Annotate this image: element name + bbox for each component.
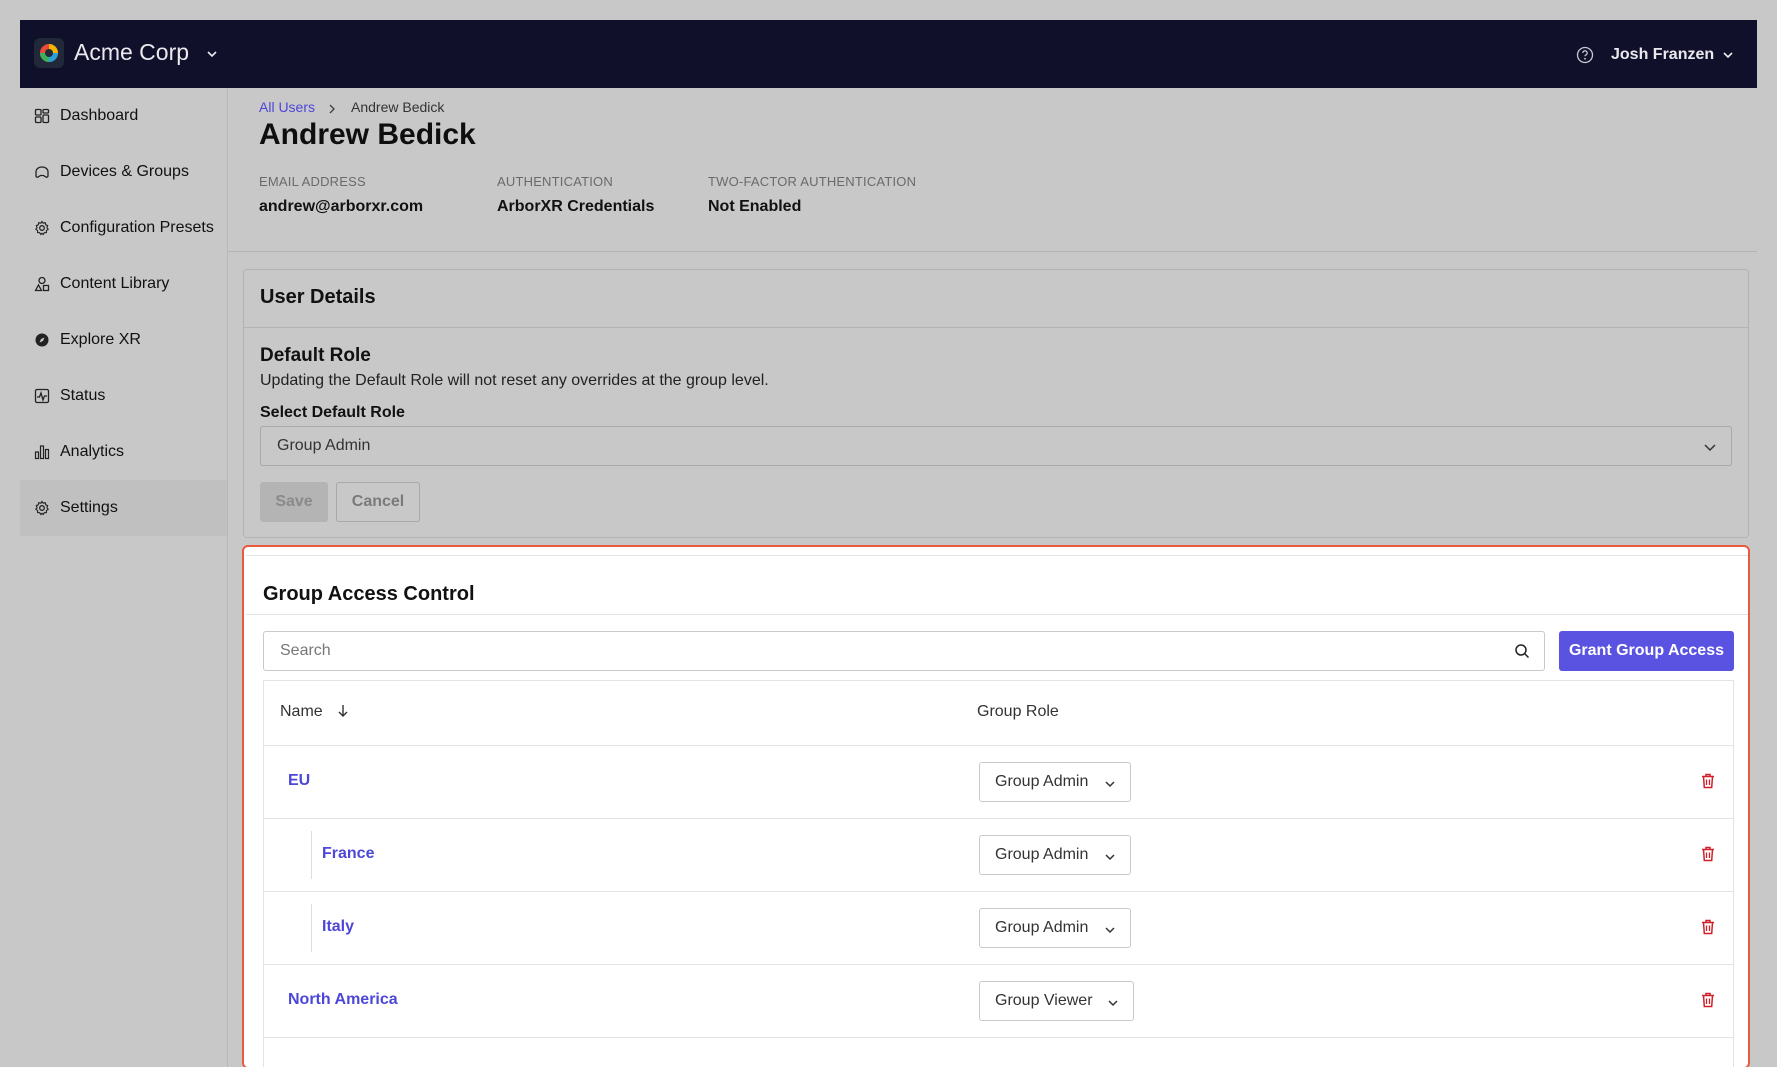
app-window: Acme Corp Josh Franzen Dashboard Devices… bbox=[20, 20, 1757, 1067]
user-menu[interactable]: Josh Franzen bbox=[1611, 46, 1714, 64]
breadcrumb-current: Andrew Bedick bbox=[351, 99, 445, 115]
meta-value: ArborXR Credentials bbox=[497, 198, 655, 215]
sidebar-item-explore-xr[interactable]: Explore XR bbox=[20, 312, 227, 368]
meta-label: EMAIL ADDRESS bbox=[259, 174, 366, 189]
trash-icon[interactable] bbox=[1701, 846, 1715, 867]
table-row: North America Group Viewer bbox=[264, 964, 1733, 1037]
sidebar-item-label: Content Library bbox=[60, 275, 170, 292]
sidebar-item-label: Status bbox=[60, 387, 106, 404]
select-default-role-label: Select Default Role bbox=[260, 404, 405, 421]
sidebar-item-dashboard[interactable]: Dashboard bbox=[20, 88, 227, 144]
bar-chart-icon bbox=[34, 444, 50, 460]
group-link-eu[interactable]: EU bbox=[288, 772, 310, 790]
selected-role: Group Admin bbox=[277, 437, 371, 454]
table-row: France Group Admin bbox=[264, 818, 1733, 891]
org-switcher[interactable]: Acme Corp bbox=[74, 39, 189, 66]
arrow-down-icon[interactable] bbox=[337, 704, 349, 723]
user-details-panel: User Details Default Role Updating the D… bbox=[243, 269, 1749, 538]
table-row: Italy Group Admin bbox=[264, 891, 1733, 964]
sidebar-item-content-library[interactable]: Content Library bbox=[20, 256, 227, 312]
group-access-table: Name Group Role EU Group Admin France Gr… bbox=[263, 680, 1734, 1067]
org-logo-icon bbox=[34, 38, 64, 68]
chevron-down-icon[interactable] bbox=[1722, 48, 1734, 66]
sidebar-item-label: Analytics bbox=[60, 443, 125, 460]
default-role-select[interactable]: Group Admin bbox=[260, 426, 1732, 466]
sidebar-item-label: Configuration Presets bbox=[60, 219, 214, 236]
group-link-north-america[interactable]: North America bbox=[288, 991, 398, 1009]
group-role-select[interactable]: Group Admin bbox=[979, 835, 1131, 875]
chevron-down-icon bbox=[1703, 440, 1717, 459]
meta-label: TWO-FACTOR AUTHENTICATION bbox=[708, 174, 917, 189]
dashboard-icon bbox=[34, 108, 50, 124]
sidebar: Dashboard Devices & Groups Configuration… bbox=[20, 88, 228, 1067]
column-header-name[interactable]: Name bbox=[280, 703, 349, 723]
group-access-control-panel: Group Access Control Search Grant Group … bbox=[242, 545, 1750, 1067]
user-header: All Users Andrew Bedick Andrew Bedick EM… bbox=[228, 88, 1757, 252]
search-placeholder: Search bbox=[280, 642, 331, 659]
grant-group-access-button[interactable]: Grant Group Access bbox=[1559, 631, 1734, 671]
meta-value: Not Enabled bbox=[708, 198, 802, 215]
breadcrumb-all-users[interactable]: All Users bbox=[259, 99, 315, 115]
default-role-heading: Default Role bbox=[260, 345, 371, 366]
trash-icon[interactable] bbox=[1701, 919, 1715, 940]
sidebar-item-analytics[interactable]: Analytics bbox=[20, 424, 227, 480]
sidebar-item-label: Devices & Groups bbox=[60, 163, 189, 180]
meta-email: EMAIL ADDRESS andrew@arborxr.com bbox=[259, 174, 423, 216]
group-role-select[interactable]: Group Admin bbox=[979, 762, 1131, 802]
group-link-italy[interactable]: Italy bbox=[322, 918, 354, 936]
group-link-france[interactable]: France bbox=[322, 845, 374, 863]
trash-icon[interactable] bbox=[1701, 773, 1715, 794]
default-role-description: Updating the Default Role will not reset… bbox=[260, 372, 769, 389]
group-role-select[interactable]: Group Viewer bbox=[979, 981, 1134, 1021]
indent-guide bbox=[311, 904, 312, 952]
table-row: EU Group Admin bbox=[264, 745, 1733, 818]
search-icon[interactable] bbox=[1514, 643, 1530, 664]
top-bar: Acme Corp Josh Franzen bbox=[20, 20, 1757, 88]
sidebar-item-status[interactable]: Status bbox=[20, 368, 227, 424]
table-row bbox=[264, 1037, 1733, 1067]
chevron-down-icon bbox=[1104, 923, 1116, 941]
sidebar-item-label: Settings bbox=[60, 499, 118, 516]
sidebar-item-label: Dashboard bbox=[60, 107, 139, 124]
help-icon[interactable] bbox=[1576, 46, 1594, 69]
shapes-icon bbox=[34, 276, 50, 292]
meta-label: AUTHENTICATION bbox=[497, 174, 613, 189]
group-role-value: Group Admin bbox=[995, 773, 1089, 790]
divider bbox=[246, 614, 1748, 615]
search-input[interactable]: Search bbox=[263, 631, 1545, 671]
chevron-down-icon bbox=[1104, 850, 1116, 868]
group-role-value: Group Admin bbox=[995, 919, 1089, 936]
gear-icon bbox=[34, 500, 50, 516]
indent-guide bbox=[311, 831, 312, 879]
group-role-select[interactable]: Group Admin bbox=[979, 908, 1131, 948]
panel-title: User Details bbox=[260, 286, 376, 308]
chevron-down-icon bbox=[1104, 777, 1116, 795]
sidebar-item-configuration-presets[interactable]: Configuration Presets bbox=[20, 200, 227, 256]
chevron-down-icon[interactable] bbox=[206, 47, 218, 65]
divider bbox=[244, 327, 1748, 328]
sidebar-item-devices-groups[interactable]: Devices & Groups bbox=[20, 144, 227, 200]
compass-icon bbox=[34, 332, 50, 348]
trash-icon[interactable] bbox=[1701, 992, 1715, 1013]
group-role-value: Group Viewer bbox=[995, 992, 1093, 1009]
sidebar-item-label: Explore XR bbox=[60, 331, 141, 348]
cancel-button[interactable]: Cancel bbox=[336, 482, 420, 522]
group-access-inner: Group Access Control Search Grant Group … bbox=[246, 555, 1748, 1067]
group-role-value: Group Admin bbox=[995, 846, 1089, 863]
headset-icon bbox=[34, 164, 50, 180]
column-header-label: Name bbox=[280, 703, 323, 720]
column-header-group-role: Group Role bbox=[977, 703, 1059, 720]
pulse-icon bbox=[34, 388, 50, 404]
chevron-down-icon bbox=[1107, 996, 1119, 1014]
save-button[interactable]: Save bbox=[260, 482, 328, 522]
meta-authentication: AUTHENTICATION ArborXR Credentials bbox=[497, 174, 654, 216]
gear-icon bbox=[34, 220, 50, 236]
sidebar-item-settings[interactable]: Settings bbox=[20, 480, 227, 536]
panel-title: Group Access Control bbox=[263, 583, 475, 605]
meta-value: andrew@arborxr.com bbox=[259, 198, 424, 215]
page-title: Andrew Bedick bbox=[259, 118, 476, 151]
meta-two-factor: TWO-FACTOR AUTHENTICATION Not Enabled bbox=[708, 174, 916, 216]
